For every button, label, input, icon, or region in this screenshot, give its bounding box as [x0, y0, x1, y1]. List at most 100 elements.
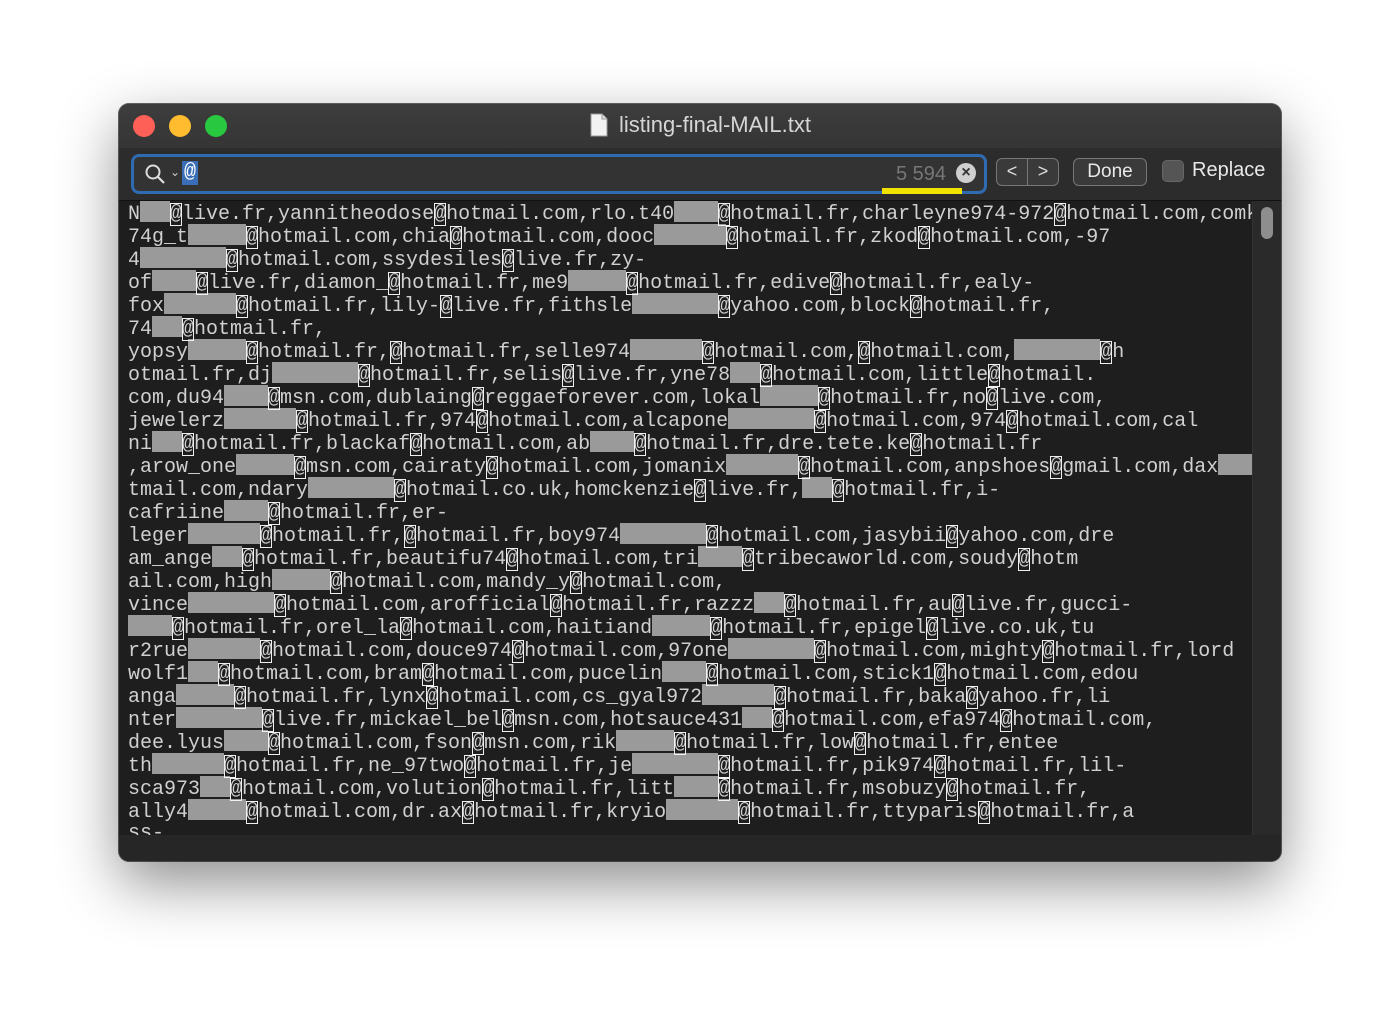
text-line: 74 @hotmail.fr,: [128, 316, 327, 341]
search-match: @: [388, 272, 401, 295]
search-match: @: [626, 272, 639, 295]
redacted-block: [200, 776, 231, 797]
search-match: @: [966, 686, 979, 709]
text-line: jewelerz @hotmail.fr,974@hotmail.com,alca…: [128, 408, 1199, 433]
redacted-block: [140, 247, 227, 268]
search-match: @: [472, 387, 485, 410]
search-input[interactable]: ⌄ @ 5 594 ×: [131, 154, 987, 194]
redacted-block: [188, 224, 247, 245]
redacted-block: [140, 201, 171, 222]
match-count-highlight: [882, 188, 962, 194]
search-match: @: [710, 617, 723, 640]
search-match: @: [832, 479, 845, 502]
redacted-block: [666, 799, 739, 820]
search-query-text: @: [182, 161, 199, 185]
text-line: N @live.fr,yannitheodose@hotmail.com,rlo.…: [128, 201, 1253, 226]
search-match: @: [1018, 548, 1031, 571]
done-button[interactable]: Done: [1073, 158, 1147, 186]
search-match: @: [1100, 341, 1113, 364]
redacted-block: [662, 661, 707, 682]
text-line: ally4 @hotmail.com,dr.ax@hotmail.fr,kryio…: [128, 799, 1135, 824]
redacted-block: [152, 270, 197, 291]
search-match: @: [262, 709, 275, 732]
search-match: @: [502, 709, 515, 732]
redacted-block: [224, 730, 269, 751]
text-line: ail.com,high @hotmail.com,mandy_y@hotmail…: [128, 569, 727, 594]
redacted-block: [188, 592, 275, 613]
chevron-down-icon[interactable]: ⌄: [170, 165, 180, 179]
search-match: @: [182, 433, 195, 456]
search-match: @: [512, 640, 525, 663]
redacted-block: [188, 799, 247, 820]
redacted-block: [176, 684, 235, 705]
redacted-block: [224, 408, 297, 429]
text-line: ni @hotmail.fr,blackaf@hotmail.com,ab @hot…: [128, 431, 1043, 456]
text-content-area[interactable]: N @live.fr,yannitheodose@hotmail.com,rlo.…: [119, 201, 1253, 835]
search-match: @: [1050, 456, 1063, 479]
text-line: am_ange @hotmail.fr,beautifu74@hotmail.co…: [128, 546, 1079, 571]
search-match: @: [798, 456, 811, 479]
redacted-block: [674, 776, 719, 797]
search-match: @: [772, 709, 785, 732]
search-match: @: [268, 732, 281, 755]
text-editor-window: listing-final-MAIL.txt ⌄ @ 5 594 × < > D…: [119, 104, 1281, 861]
search-match: @: [694, 479, 707, 502]
previous-match-button[interactable]: <: [996, 158, 1028, 186]
next-match-button[interactable]: >: [1027, 158, 1059, 186]
search-match: @: [404, 525, 417, 548]
redacted-block: [236, 454, 295, 475]
search-match: @: [738, 801, 751, 824]
search-match: @: [196, 272, 209, 295]
redacted-block: [742, 707, 773, 728]
search-match: @: [230, 778, 243, 801]
title-bar: listing-final-MAIL.txt: [119, 104, 1281, 148]
vertical-scrollbar[interactable]: [1252, 201, 1281, 835]
search-match: @: [550, 594, 563, 617]
search-match: @: [830, 272, 843, 295]
search-match: @: [918, 226, 931, 249]
find-bar: ⌄ @ 5 594 × < > Done Replace: [119, 148, 1281, 201]
search-match: @: [242, 548, 255, 571]
search-match: @: [218, 663, 231, 686]
search-match: @: [294, 456, 307, 479]
search-match: @: [450, 226, 463, 249]
redacted-block: [152, 753, 225, 774]
search-match: @: [268, 387, 281, 410]
editor-bottom-strip: [119, 835, 1281, 861]
clear-search-icon[interactable]: ×: [956, 163, 976, 183]
redacted-block: [188, 523, 261, 544]
redacted-block: [728, 638, 815, 659]
text-line: yopsy @hotmail.fr,@hotmail.fr,selle974 @ho…: [128, 339, 1125, 364]
search-match: @: [234, 686, 247, 709]
search-match: @: [570, 571, 583, 594]
document-text: N @live.fr,yannitheodose@hotmail.com,rlo.…: [119, 201, 1253, 835]
redacted-block: [754, 592, 785, 613]
document-icon: [589, 113, 609, 143]
redacted-block: [176, 707, 263, 728]
text-line: ,arow_one @msn.com,cairaty@hotmail.com,jo…: [128, 454, 1253, 479]
redacted-block: [802, 477, 833, 498]
search-match: @: [978, 801, 991, 824]
search-match: @: [170, 203, 183, 226]
text-line: 4 @hotmail.com,ssydesiles@live.fr,zy-: [128, 247, 647, 272]
search-icon[interactable]: [144, 163, 166, 190]
search-match: @: [506, 548, 519, 571]
search-match: @: [910, 295, 923, 318]
text-line: th @hotmail.fr,ne_97two@hotmail.fr,je @hot…: [128, 753, 1127, 778]
search-match: @: [718, 203, 731, 226]
search-match: @: [718, 778, 731, 801]
search-match: @: [422, 663, 435, 686]
scrollbar-thumb[interactable]: [1261, 207, 1273, 239]
search-match: @: [760, 364, 773, 387]
redacted-block: [590, 431, 635, 452]
replace-checkbox[interactable]: [1162, 160, 1184, 182]
redacted-block: [272, 362, 359, 383]
redacted-block: [674, 201, 719, 222]
redacted-block: [702, 684, 775, 705]
redacted-block: [1218, 454, 1253, 475]
redacted-block: [212, 546, 243, 567]
search-match: @: [410, 433, 423, 456]
search-match: @: [226, 249, 239, 272]
search-match: @: [434, 203, 447, 226]
search-match: @: [440, 295, 453, 318]
